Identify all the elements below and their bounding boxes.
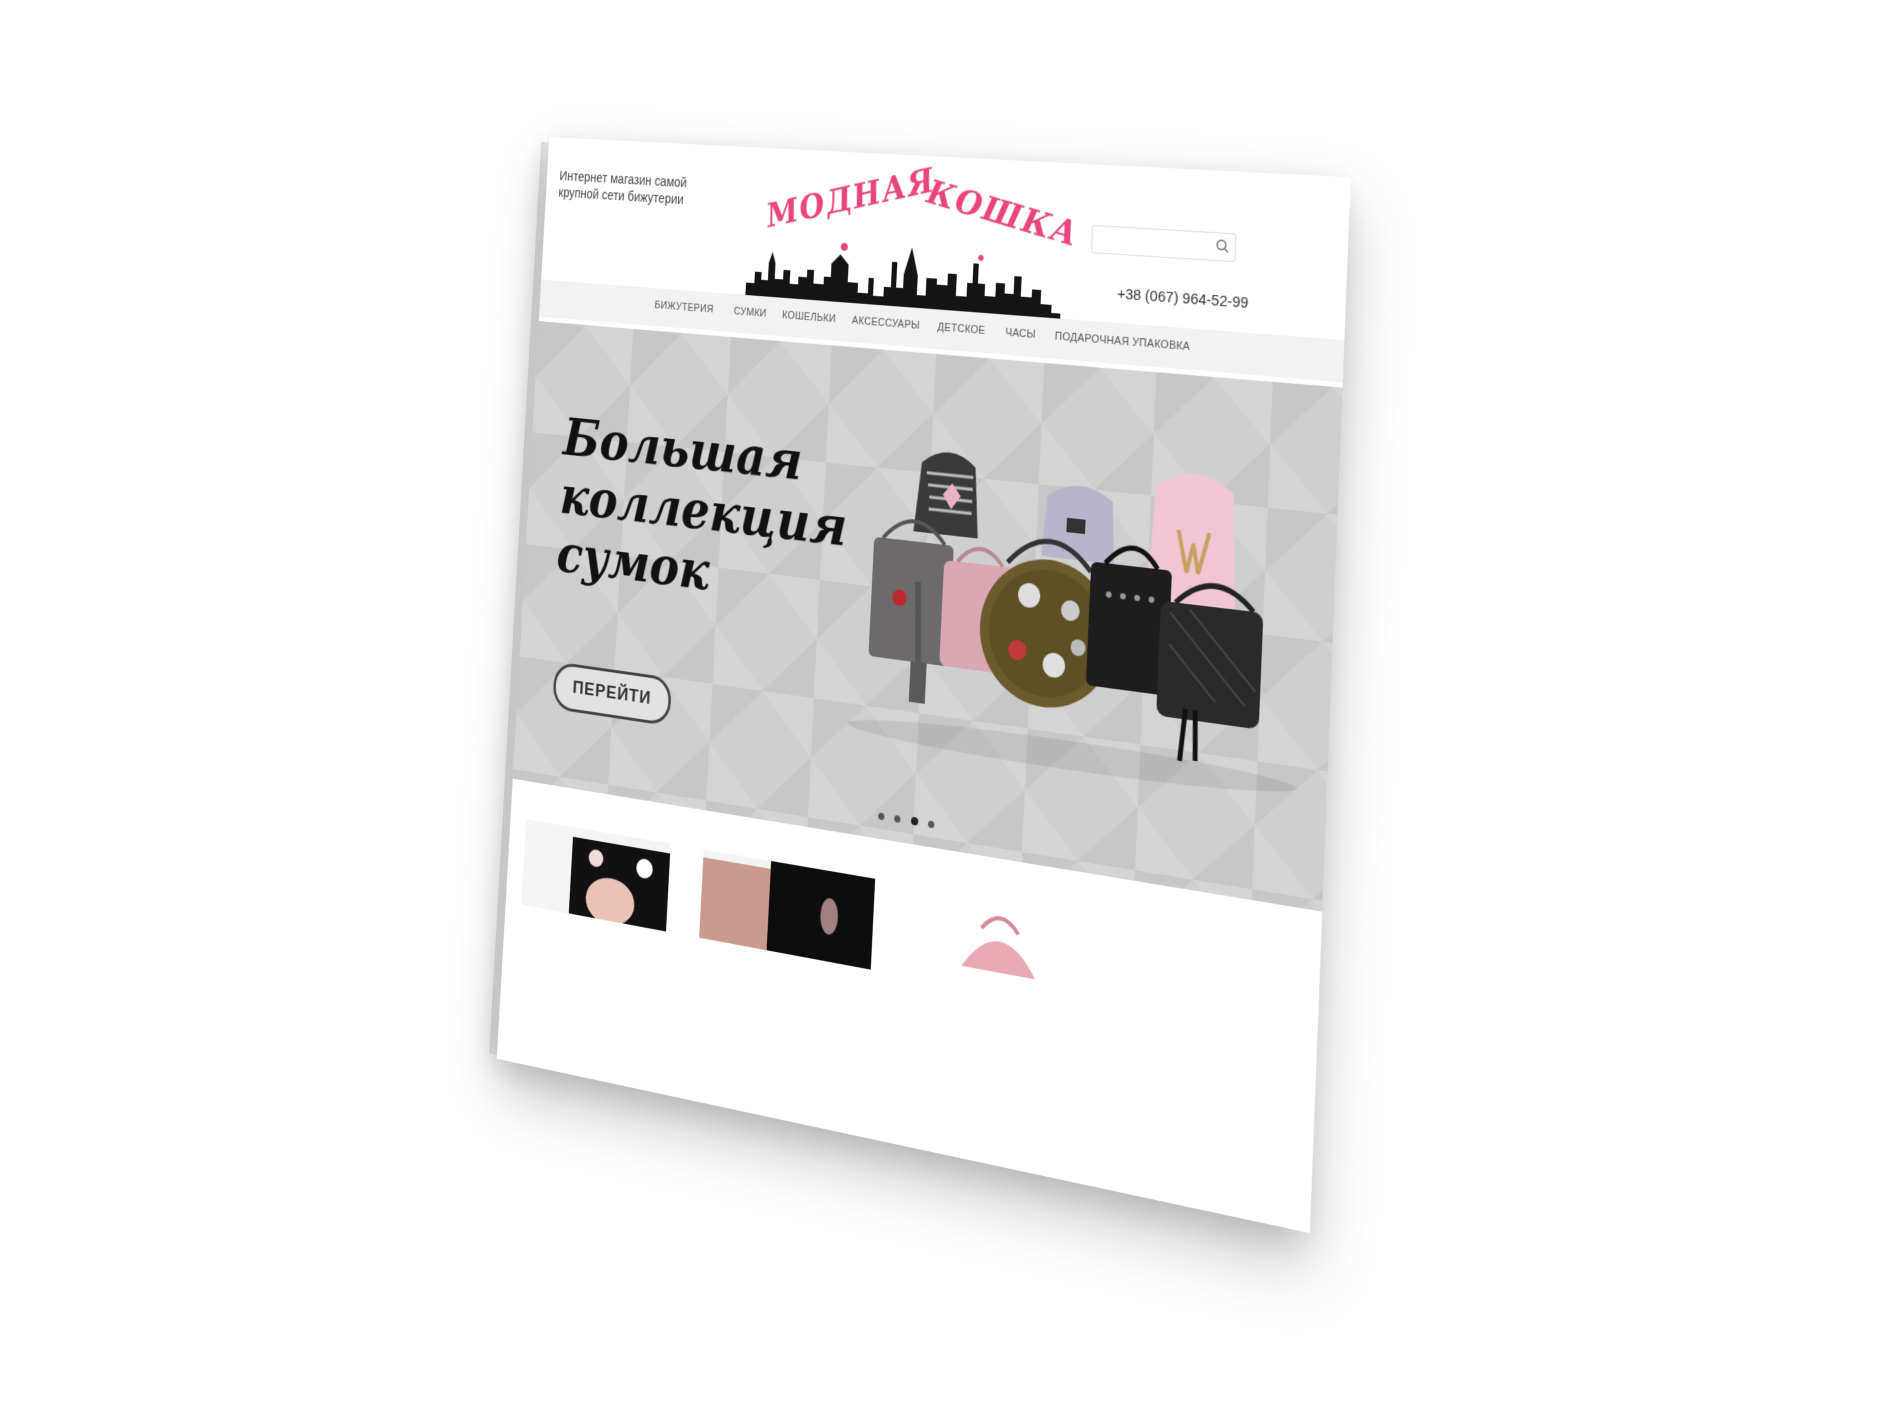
phone-number[interactable]: +38 (067) 964-52-99: [1117, 285, 1249, 312]
thumbnail-accessories-image[interactable]: [699, 849, 876, 970]
website-screen: Интернет магазин самой крупной сети бижу…: [496, 137, 1351, 1234]
nav-item-aksessuary[interactable]: Аксессуары: [852, 315, 921, 332]
bags-collection-image: [846, 449, 1298, 804]
hero-title: Большая коллекция сумок: [555, 407, 848, 616]
thumbnail-jewelry-image[interactable]: [521, 819, 671, 932]
slider-dots: [878, 806, 942, 834]
slider-dot[interactable]: [894, 814, 901, 824]
slider-dot-active[interactable]: [910, 816, 919, 826]
thumbnail-bags-image[interactable]: [942, 890, 1057, 1004]
nav-item-bizhuteriya[interactable]: Бижутерия: [654, 299, 714, 315]
go-button[interactable]: ПЕРЕЙТИ: [552, 661, 673, 727]
search-input[interactable]: [1097, 228, 1215, 260]
logo-word-modnaya: МОДНАЯ: [763, 160, 939, 236]
search-box[interactable]: [1090, 224, 1237, 263]
device-mockup: Интернет магазин самой крупной сети бижу…: [489, 137, 1351, 1234]
stage: Интернет магазин самой крупной сети бижу…: [0, 0, 1890, 1417]
nav-item-detskoe[interactable]: Детское: [937, 321, 986, 337]
slider-dot[interactable]: [928, 820, 935, 829]
nav-item-sumki[interactable]: Сумки: [733, 306, 766, 320]
search-icon[interactable]: [1215, 238, 1229, 253]
nav-item-chasy[interactable]: Часы: [1005, 327, 1036, 341]
hero-banner: Большая коллекция сумок ПЕРЕЙТИ: [512, 321, 1343, 912]
nav-item-podarochnaya-upakovka[interactable]: Подарочная упаковка: [1054, 330, 1190, 353]
category-thumbnails: [505, 807, 1321, 1074]
slider-dot[interactable]: [878, 812, 885, 821]
site-tagline: Интернет магазин самой крупной сети бижу…: [558, 167, 688, 207]
nav-item-koshelki[interactable]: Кошельки: [782, 309, 836, 325]
